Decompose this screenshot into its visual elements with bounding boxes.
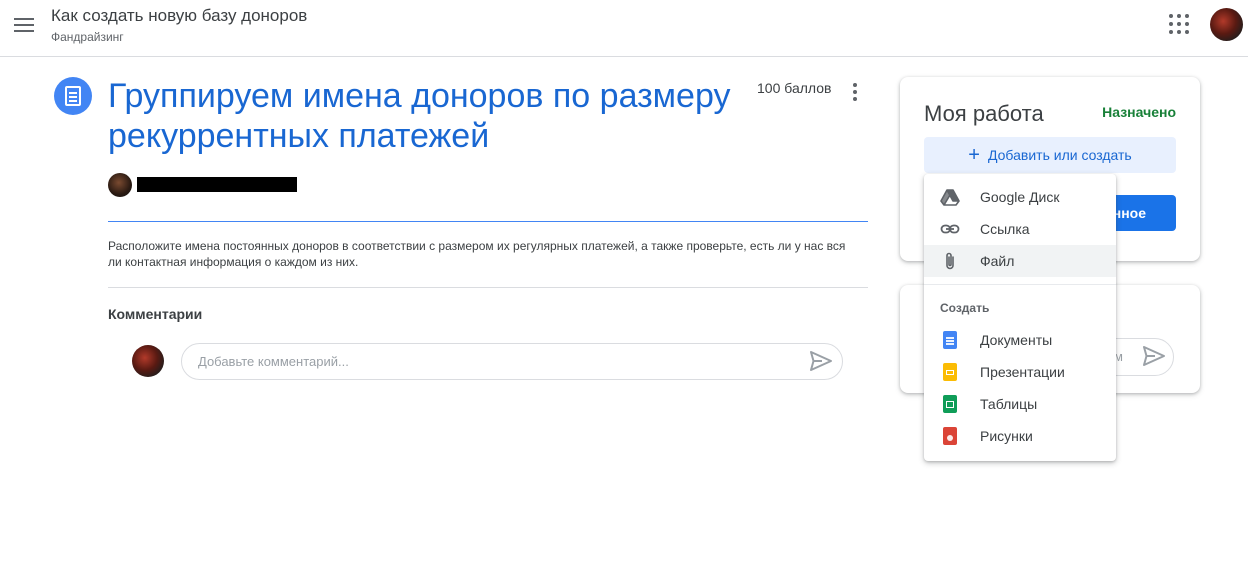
main-menu-icon[interactable] (12, 13, 36, 37)
top-app-bar: Как создать новую базу доноров Фандрайзи… (0, 0, 1248, 57)
menu-item-drawings[interactable]: Рисунки (924, 420, 1116, 452)
account-avatar[interactable] (1210, 8, 1243, 41)
author-avatar (108, 173, 132, 197)
comments-heading: Комментарии (108, 306, 203, 322)
drawings-icon (940, 426, 960, 446)
google-apps-icon[interactable] (1168, 13, 1190, 35)
menu-divider (924, 284, 1116, 285)
menu-item-label: Таблицы (980, 396, 1038, 412)
course-subtitle: Фандрайзинг (51, 30, 124, 44)
assignment-title: Группируем имена доноров по размеру реку… (108, 77, 731, 155)
menu-item-google-drive[interactable]: Google Диск (924, 181, 1116, 213)
assignment-description: Расположите имена постоянных доноров в с… (108, 239, 846, 269)
plus-icon: + (968, 144, 980, 166)
assignment-points: 100 баллов (757, 80, 832, 96)
menu-item-file[interactable]: Файл (924, 245, 1116, 277)
menu-item-label: Документы (980, 332, 1053, 348)
sheets-icon (940, 394, 960, 414)
send-private-comment-icon[interactable] (1142, 345, 1166, 367)
description-divider (108, 287, 868, 288)
title-divider (108, 221, 868, 222)
slides-icon (940, 362, 960, 382)
turn-in-label: нное (1112, 205, 1146, 221)
link-icon (940, 224, 960, 234)
send-comment-icon[interactable] (809, 350, 833, 372)
menu-item-label: Презентации (980, 364, 1065, 380)
course-title[interactable]: Как создать новую базу доноров (51, 6, 307, 26)
assignment-icon (54, 77, 92, 115)
create-section-heading: Создать (940, 301, 990, 315)
comment-user-avatar (132, 345, 164, 377)
add-or-create-button[interactable]: + Добавить или создать (924, 137, 1176, 173)
add-or-create-menu: Google Диск Ссылка Файл Создать Документ… (924, 174, 1116, 461)
menu-item-label: Рисунки (980, 428, 1033, 444)
menu-item-label: Google Диск (980, 189, 1060, 205)
menu-item-sheets[interactable]: Таблицы (924, 388, 1116, 420)
menu-item-label: Файл (980, 253, 1015, 269)
docs-icon (940, 330, 960, 350)
my-work-title: Моя работа (924, 101, 1044, 126)
google-drive-icon (940, 189, 960, 206)
menu-item-slides[interactable]: Презентации (924, 356, 1116, 388)
add-or-create-label: Добавить или создать (987, 147, 1132, 163)
class-comment-input[interactable] (181, 343, 843, 380)
author-name-redacted (137, 177, 297, 192)
assignment-status: Назначено (1102, 104, 1176, 120)
paperclip-icon (946, 252, 954, 270)
menu-item-docs[interactable]: Документы (924, 324, 1116, 356)
menu-item-link[interactable]: Ссылка (924, 213, 1116, 245)
menu-item-label: Ссылка (980, 221, 1030, 237)
more-options-icon[interactable] (849, 82, 861, 102)
